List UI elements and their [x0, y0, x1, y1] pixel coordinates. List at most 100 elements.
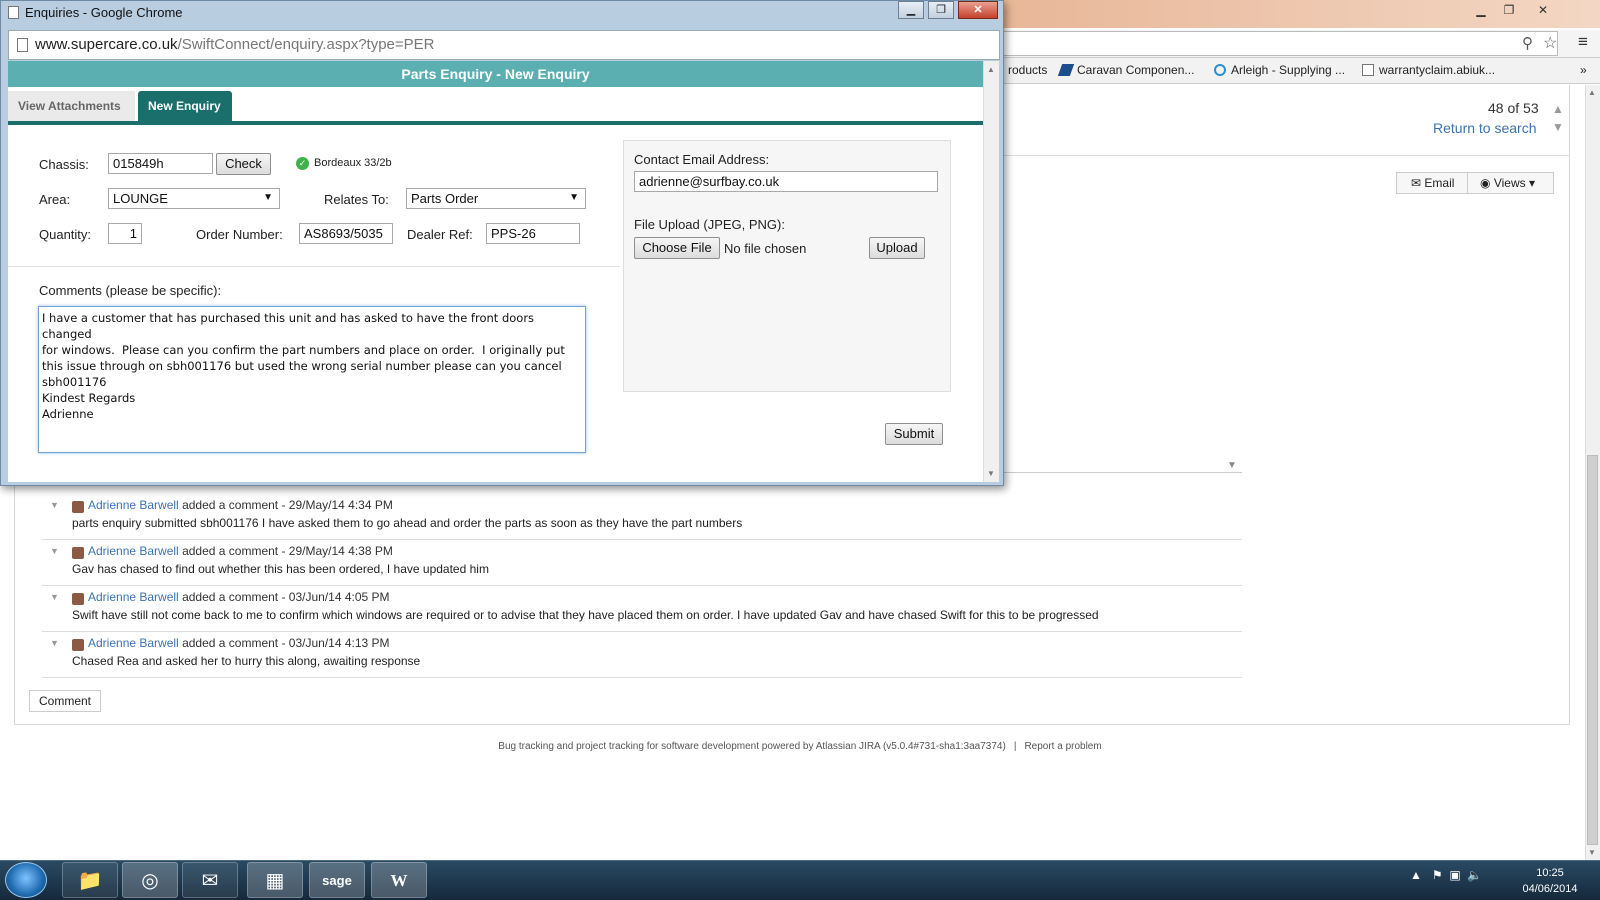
comment-body: parts enquiry submitted sbh001176 I have… [72, 516, 743, 530]
bg-close-button[interactable]: ✕ [1526, 0, 1560, 20]
menu-icon[interactable]: ≡ [1578, 32, 1588, 52]
bookmark-icon [1214, 64, 1226, 76]
report-problem-link[interactable]: Report a problem [1024, 741, 1101, 752]
tray-expand-icon[interactable]: ▲ [1410, 868, 1422, 882]
bookmark-label: warrantyclaim.abiuk... [1379, 63, 1496, 77]
order-number-input[interactable]: AS8693/5035 [299, 223, 393, 244]
sage-taskbar-icon[interactable]: sage [309, 862, 365, 898]
word-taskbar-icon[interactable]: W [371, 862, 427, 898]
start-button[interactable] [5, 862, 47, 898]
views-button[interactable]: ◉ Views ▾ [1468, 172, 1554, 194]
network-icon[interactable]: ▣ [1449, 868, 1460, 882]
tab-underline [8, 121, 983, 125]
scrollbar-thumb[interactable] [1587, 455, 1598, 845]
scroll-down-icon[interactable]: ▼ [1588, 848, 1596, 857]
comment-body: Swift have still not come back to me to … [72, 608, 1099, 622]
area-select[interactable]: LOUNGE ▼ [108, 188, 280, 209]
choose-file-button[interactable]: Choose File [634, 237, 720, 259]
toolbar-divider [990, 155, 1570, 156]
comment-body: Gav has chased to find out whether this … [72, 562, 489, 576]
chassis-check-result: Bordeaux 33/2b [314, 157, 392, 169]
add-comment-button[interactable]: Comment [29, 690, 101, 712]
activity-divider [990, 472, 1242, 473]
collapse-icon[interactable]: ▼ [50, 500, 59, 510]
clock-time: 10:25 [1536, 867, 1564, 879]
collapse-icon[interactable]: ▼ [50, 592, 59, 602]
scroll-down-icon[interactable]: ▼ [987, 469, 995, 478]
clock-date: 04/06/2014 [1522, 883, 1578, 895]
enquiry-header: Parts Enquiry - New Enquiry [8, 61, 983, 87]
relates-to-select[interactable]: Parts Order ▼ [406, 188, 586, 209]
bookmark-label: Caravan Componen... [1077, 63, 1195, 77]
collapse-icon[interactable]: ▼ [50, 638, 59, 648]
relates-to-selected-value: Parts Order [411, 191, 479, 206]
chrome-taskbar-icon[interactable]: ◎ [122, 862, 178, 898]
calculator-taskbar-icon[interactable]: ▦ [247, 862, 303, 898]
sort-arrow-icon[interactable]: ▼ [1227, 460, 1237, 471]
comment-author-link[interactable]: Adrienne Barwell [88, 636, 179, 650]
dropdown-arrow-icon: ▼ [569, 192, 579, 203]
comment-header: Adrienne Barwell added a comment - 29/Ma… [88, 544, 393, 558]
footer-text: Bug tracking and project tracking for so… [498, 741, 1006, 752]
bookmark-item[interactable]: Caravan Componen... [1057, 63, 1195, 77]
comment-header: Adrienne Barwell added a comment - 29/Ma… [88, 498, 393, 512]
volume-icon[interactable]: 🔈 [1467, 868, 1482, 882]
comments-label: Comments (please be specific): [39, 283, 222, 298]
comment-item: ▼ Adrienne Barwell added a comment - 03/… [42, 586, 1242, 632]
bookmark-item[interactable]: warrantyclaim.abiuk... [1362, 63, 1495, 77]
scroll-up-icon[interactable]: ▲ [987, 65, 995, 74]
chassis-input[interactable]: 015849h [108, 153, 213, 174]
bookmark-item[interactable]: roducts [1008, 63, 1047, 77]
contact-email-input[interactable]: adrienne@surfbay.co.uk [634, 171, 938, 192]
outlook-taskbar-icon[interactable]: ✉ [182, 862, 238, 898]
tab-new-enquiry[interactable]: New Enquiry [138, 91, 232, 121]
bookmarks-bar: roducts Caravan Componen... Arleigh - Su… [990, 58, 1600, 84]
bookmark-icon [1057, 64, 1075, 76]
avatar [72, 593, 84, 605]
no-file-chosen-text: No file chosen [724, 241, 807, 256]
close-button[interactable]: ✕ [958, 1, 998, 19]
minimize-button[interactable]: ▁ [898, 1, 924, 19]
popup-address-bar[interactable]: www.supercare.co.uk/SwiftConnect/enquiry… [8, 30, 1000, 60]
bg-minimize-button[interactable]: ▁ [1468, 0, 1494, 20]
maximize-button[interactable]: ❐ [928, 1, 954, 19]
issue-pager: 48 of 53 [1488, 100, 1539, 116]
taskbar-clock[interactable]: 10:25 04/06/2014 [1510, 865, 1590, 897]
email-icon: ✉ [1411, 176, 1425, 190]
submit-button[interactable]: Submit [885, 423, 943, 445]
page-footer: Bug tracking and project tracking for so… [0, 741, 1600, 752]
star-icon[interactable]: ☆ [1543, 33, 1557, 53]
comment-meta: added a comment - 03/Jun/14 4:05 PM [182, 590, 390, 604]
tab-view-attachments[interactable]: View Attachments [8, 91, 135, 121]
comment-author-link[interactable]: Adrienne Barwell [88, 544, 179, 558]
area-label: Area: [39, 192, 71, 207]
explorer-taskbar-icon[interactable]: 📁 [62, 862, 118, 898]
eye-icon: ◉ [1480, 176, 1494, 190]
background-omnibox[interactable] [990, 31, 1558, 56]
bg-maximize-button[interactable]: ❐ [1496, 0, 1522, 20]
return-to-search-link[interactable]: Return to search [1433, 120, 1537, 136]
avatar [72, 639, 84, 651]
taskbar [0, 860, 1600, 900]
bookmarks-overflow-icon[interactable]: » [1580, 63, 1587, 77]
upload-button[interactable]: Upload [869, 237, 925, 259]
comment-author-link[interactable]: Adrienne Barwell [88, 498, 179, 512]
comments-textarea[interactable]: I have a customer that has purchased thi… [38, 306, 586, 453]
comment-item: ▼ Adrienne Barwell added a comment - 03/… [42, 632, 1242, 678]
comment-item: ▼ Adrienne Barwell added a comment - 29/… [42, 494, 1242, 540]
flag-icon[interactable]: ⚑ [1432, 868, 1443, 882]
email-button[interactable]: ✉ Email [1396, 172, 1468, 194]
popup-scrollbar[interactable]: ▲ ▼ [983, 61, 999, 482]
bookmark-item[interactable]: Arleigh - Supplying ... [1214, 63, 1345, 77]
scroll-up-icon[interactable]: ▲ [1588, 88, 1596, 97]
dealer-ref-input[interactable]: PPS-26 [486, 223, 580, 244]
comment-body: Chased Rea and asked her to hurry this a… [72, 654, 421, 668]
search-icon[interactable]: ⚲ [1522, 34, 1533, 52]
comment-author-link[interactable]: Adrienne Barwell [88, 590, 179, 604]
next-issue-icon[interactable]: ▼ [1552, 120, 1564, 134]
area-selected-value: LOUNGE [113, 191, 168, 206]
check-button[interactable]: Check [216, 153, 271, 175]
previous-issue-icon[interactable]: ▲ [1552, 102, 1564, 116]
collapse-icon[interactable]: ▼ [50, 546, 59, 556]
quantity-input[interactable]: 1 [108, 223, 142, 244]
